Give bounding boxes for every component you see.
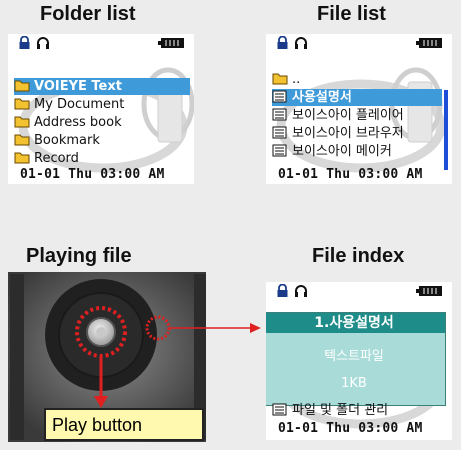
list-item[interactable]: 파일 및 폴더 관리 — [272, 402, 448, 419]
headphones-icon — [295, 285, 307, 297]
battery-icon — [416, 286, 442, 296]
play-button-highlight[interactable] — [75, 306, 127, 358]
popup-title: 1.사용설명서 — [266, 313, 445, 333]
file-index-screen: 1.사용설명서 텍스트파일 1KB 파일 및 폴더 관리 01-01 Thu 0… — [266, 282, 452, 440]
file-info-popup: 1.사용설명서 텍스트파일 1KB — [266, 312, 446, 406]
play-button-label: Play button — [44, 408, 204, 441]
popup-file-type: 텍스트파일 — [324, 349, 384, 364]
status-bar — [266, 282, 452, 300]
index-arrow-head — [250, 323, 261, 333]
lock-icon — [277, 284, 288, 297]
clock: 01-01 Thu 03:00 AM — [278, 421, 423, 436]
play-arrow-head — [94, 396, 108, 408]
document-icon — [272, 403, 287, 416]
file-label: 파일 및 폴더 관리 — [292, 403, 389, 418]
popup-file-size: 1KB — [341, 376, 367, 391]
side-button-highlight — [145, 315, 171, 341]
